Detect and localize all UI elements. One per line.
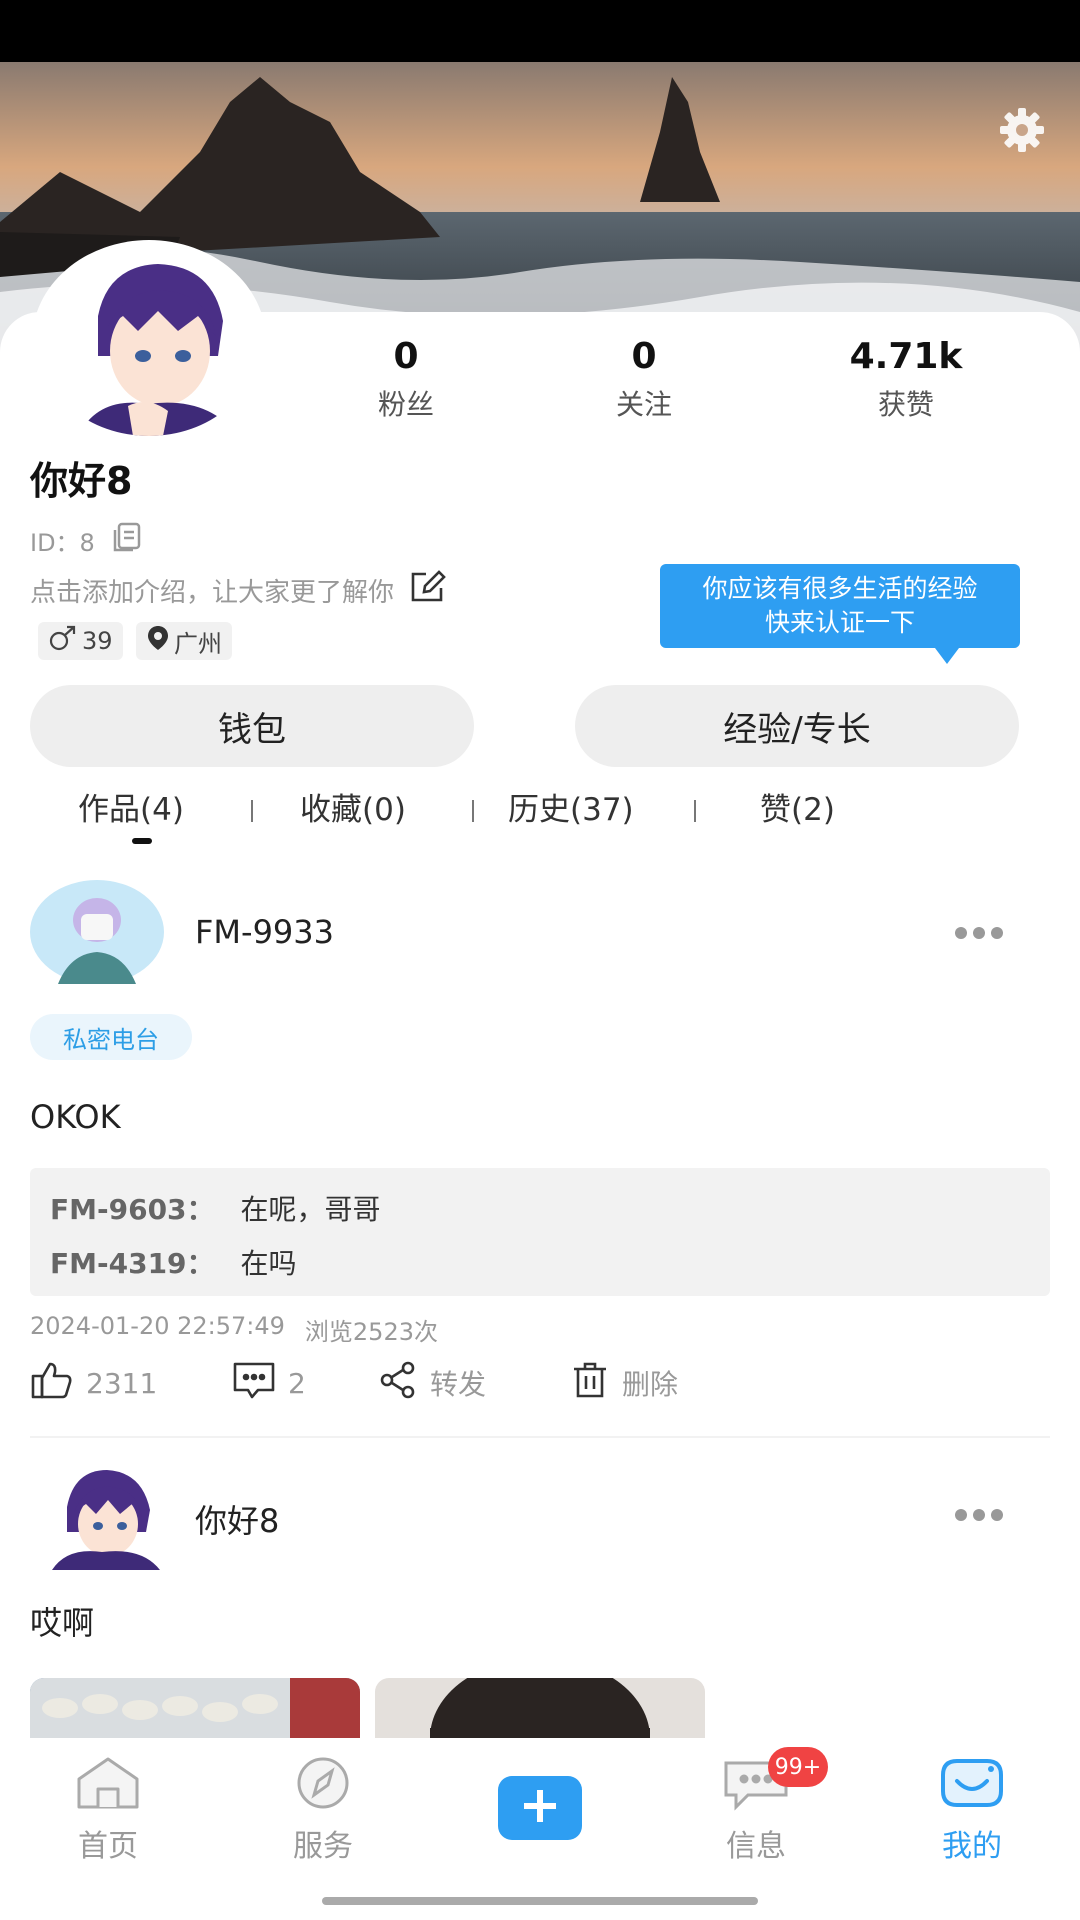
like-count: 2311 [86,1366,158,1400]
delete-label: 删除 [622,1368,679,1401]
nav-home-label: 首页 [78,1829,138,1864]
share-label: 转发 [430,1368,487,1401]
like-button[interactable]: 2311 [30,1358,157,1408]
intro-placeholder: 点击添加介绍，让大家更了解你 [30,578,395,608]
tooltip-line-1: 你应该有很多生活的经验 [702,574,978,603]
stat-likes[interactable]: 4.71k 获赞 [806,335,1006,427]
post-divider [30,1436,1050,1438]
intro-edit[interactable]: 点击添加介绍，让大家更了解你 [30,570,448,611]
post-text: OKOK [30,1098,121,1136]
compass-icon [288,1757,358,1815]
post-category-tag[interactable]: 私密电台 [30,1014,192,1060]
comment-count: 2 [288,1366,306,1400]
likes-received-label: 获赞 [877,388,934,421]
location-tag: 广州 [136,622,232,660]
comment-row: FM-9603： 在呢，哥哥 [50,1188,381,1228]
unread-badge: 99+ [768,1747,828,1787]
user-id-row: ID：8 [30,520,143,560]
post-author-avatar[interactable] [42,1462,166,1570]
create-post-button[interactable] [498,1776,582,1840]
tab-history[interactable]: 历史(37) [508,785,634,835]
home-indicator [322,1897,758,1905]
nav-service[interactable]: 服务 [243,1755,403,1865]
tooltip-line-2: 快来认证一下 [764,608,915,637]
followers-count: 0 [393,336,419,377]
location-text: 广州 [174,629,222,658]
tab-works[interactable]: 作品(4) [78,785,184,835]
comment-icon [232,1360,276,1407]
following-label: 关注 [615,388,672,421]
age-text: 39 [82,627,113,655]
post-views: 浏览2523次 [304,1318,438,1346]
settings-icon[interactable] [996,104,1048,156]
comments-preview[interactable]: FM-9603： 在呢，哥哥 FM-4319： 在吗 [30,1168,1050,1296]
gender-age-tag: 39 [38,622,123,660]
comment-row: FM-4319： 在吗 [50,1242,297,1282]
nav-messages-label: 信息 [726,1829,786,1864]
tab-favorites[interactable]: 收藏(0) [300,785,406,835]
avatar[interactable] [32,240,266,442]
share-icon [378,1360,418,1407]
comment-user: FM-9603： [50,1193,215,1226]
active-tab-indicator [132,838,152,844]
username: 你好8 [30,459,133,503]
status-bar [0,0,1080,62]
delete-icon [570,1360,610,1407]
experience-button[interactable]: 经验/专长 [575,685,1019,767]
comment-text: 在呢，哥哥 [240,1193,381,1226]
post-author-name[interactable]: FM-9933 [195,913,334,951]
nav-mine-label: 我的 [942,1829,1002,1864]
more-options-icon[interactable] [955,923,1011,943]
certification-tooltip[interactable]: 你应该有很多生活的经验 快来认证一下 [660,564,1020,648]
post-author-name[interactable]: 你好8 [195,1496,279,1542]
nav-home[interactable]: 首页 [28,1755,188,1865]
delete-button[interactable]: 删除 [570,1358,678,1408]
nav-mine[interactable]: 我的 [892,1755,1052,1865]
smile-icon [935,1759,1009,1815]
comment-text: 在吗 [240,1247,297,1280]
share-button[interactable]: 转发 [378,1358,486,1408]
stat-followers[interactable]: 0 粉丝 [306,335,506,427]
post-meta: 2024-01-20 22:57:49 浏览2523次 [30,1312,438,1347]
post-timestamp: 2024-01-20 22:57:49 [30,1312,285,1340]
stat-following[interactable]: 0 关注 [544,335,744,427]
tab-liked[interactable]: 赞(2) [760,785,835,835]
tab-separator [251,800,253,822]
likes-received-count: 4.71k [849,336,963,377]
post-text: 哎啊 [30,1604,95,1642]
user-id-text: ID：8 [30,528,95,557]
post-author-avatar[interactable] [30,880,164,984]
male-icon [48,624,78,658]
tab-separator [694,800,696,822]
edit-icon[interactable] [408,570,448,611]
tooltip-pointer [935,648,959,664]
comment-button[interactable]: 2 [232,1358,306,1408]
followers-label: 粉丝 [377,388,434,421]
location-icon [146,624,170,658]
nav-service-label: 服务 [293,1829,353,1864]
chat-icon [718,1761,794,1815]
more-options-icon[interactable] [955,1505,1011,1525]
copy-icon[interactable] [109,520,143,560]
comment-user: FM-4319： [50,1247,215,1280]
plus-icon [520,1786,560,1830]
tab-separator [472,800,474,822]
like-icon [30,1360,74,1407]
following-count: 0 [631,336,657,377]
wallet-button[interactable]: 钱包 [30,685,474,767]
home-icon [73,1757,143,1815]
